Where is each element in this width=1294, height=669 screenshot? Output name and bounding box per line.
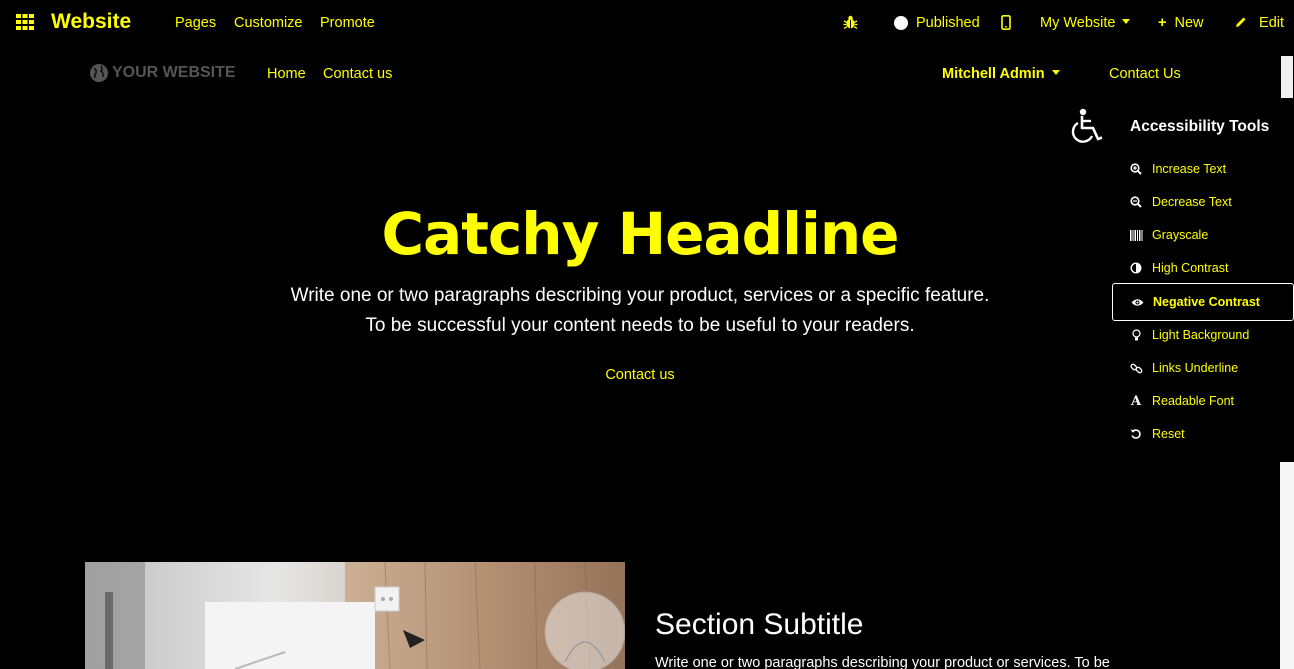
section-title: Section Subtitle	[655, 608, 864, 641]
font-icon: A	[1130, 393, 1142, 409]
a11y-item-label: Links Underline	[1152, 361, 1239, 375]
contact-us-button[interactable]: Contact Us	[1109, 66, 1181, 82]
hero-lead-line1: Write one or two paragraphs describing y…	[290, 285, 990, 306]
a11y-item-label: Reset	[1152, 427, 1185, 441]
plus-icon: +	[1158, 15, 1167, 31]
accessibility-toggle-icon[interactable]	[1071, 108, 1105, 144]
menu-customize[interactable]: Customize	[234, 15, 303, 31]
new-button[interactable]: + New	[1158, 15, 1203, 31]
mobile-preview-icon[interactable]	[1001, 15, 1011, 30]
a11y-high-contrast[interactable]: High Contrast	[1112, 249, 1294, 287]
a11y-reset[interactable]: Reset	[1112, 415, 1294, 453]
a11y-item-label: Decrease Text	[1152, 195, 1232, 209]
my-website-label: My Website	[1040, 15, 1116, 31]
a11y-item-label: Grayscale	[1152, 228, 1209, 242]
nav-home[interactable]: Home	[267, 66, 306, 82]
accessibility-title: Accessibility Tools	[1130, 118, 1270, 135]
published-label[interactable]: Published	[916, 15, 980, 31]
nav-contact-us[interactable]: Contact us	[323, 66, 392, 82]
accessibility-panel: Accessibility Tools Increase Text Decrea…	[1112, 104, 1294, 460]
menu-pages[interactable]: Pages	[175, 15, 216, 31]
caret-down-icon	[1122, 18, 1131, 24]
zoom-out-icon	[1129, 195, 1143, 209]
a11y-item-label: Negative Contrast	[1153, 295, 1260, 309]
zoom-in-icon	[1129, 162, 1143, 176]
barcode-icon	[1129, 228, 1143, 242]
scrollbar-thumb[interactable]	[1281, 56, 1293, 98]
pencil-icon	[1235, 15, 1251, 31]
bug-icon[interactable]	[843, 15, 858, 30]
a11y-item-label: Increase Text	[1152, 162, 1227, 176]
hero-headline: Catchy Headline	[381, 200, 899, 268]
section-image	[85, 562, 625, 669]
section-text: Write one or two paragraphs describing y…	[655, 655, 1110, 669]
new-label: New	[1174, 15, 1204, 31]
user-menu[interactable]: Mitchell Admin	[942, 66, 1060, 82]
apps-grid-icon[interactable]	[16, 14, 34, 30]
hero-contact-link[interactable]: Contact us	[0, 367, 1280, 383]
menu-promote[interactable]: Promote	[320, 15, 375, 31]
caret-down-icon	[1051, 69, 1060, 75]
user-name: Mitchell Admin	[942, 66, 1045, 82]
hero-lead-line2: To be successful your content needs to b…	[365, 315, 915, 336]
contrast-icon	[1129, 261, 1143, 275]
admin-navbar: Website Pages Customize Promote Publishe…	[0, 0, 1294, 46]
edit-button[interactable]: Edit	[1235, 15, 1284, 31]
logo-text: YOUR WEBSITE	[112, 64, 236, 81]
lightbulb-icon	[1129, 328, 1143, 342]
link-icon	[1129, 361, 1143, 375]
eye-icon	[1130, 295, 1144, 309]
a11y-item-label: Readable Font	[1152, 394, 1235, 408]
published-toggle-icon[interactable]	[894, 16, 908, 30]
my-website-dropdown[interactable]: My Website	[1040, 15, 1131, 31]
website-logo[interactable]: YOUR WEBSITE	[89, 63, 236, 83]
scrollbar-track[interactable]	[1280, 462, 1294, 669]
globe-icon	[90, 64, 108, 82]
edit-label: Edit	[1259, 15, 1285, 31]
app-brand[interactable]: Website	[51, 10, 131, 34]
a11y-item-label: High Contrast	[1152, 261, 1229, 275]
reset-icon	[1129, 427, 1143, 441]
a11y-item-label: Light Background	[1152, 328, 1250, 342]
